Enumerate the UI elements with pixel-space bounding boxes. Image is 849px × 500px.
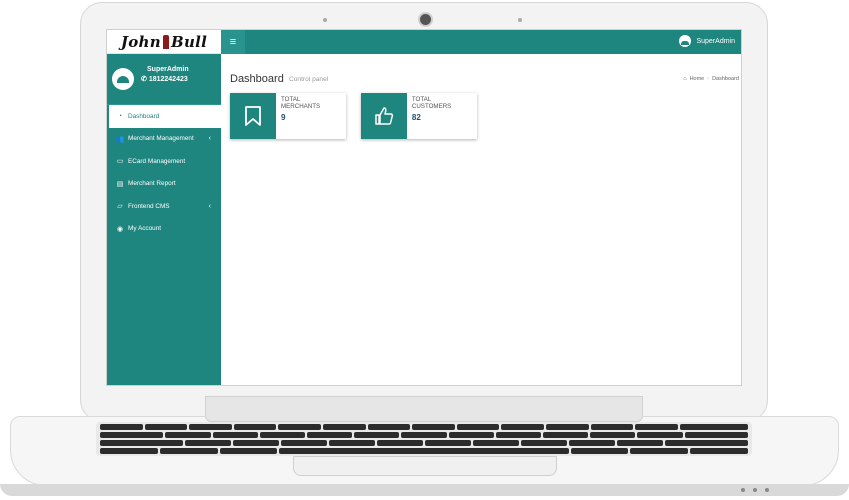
sidebar-item-merchant-management[interactable]: 👥 Merchant Management ‹ [107,128,221,151]
phone-icon: ✆ [141,76,149,83]
bookmark-icon [230,93,276,139]
credit-card-icon: ▭ [116,158,124,166]
file-icon: ▤ [116,180,124,188]
sidebar-item-label: Merchant Management [128,135,194,143]
page-subtitle: Control panel [289,76,329,83]
avatar [679,35,692,47]
top-navbar: ≡ SuperAdmin [221,30,741,54]
logo-text-right: Bull [170,32,208,51]
sensor-dot [518,18,522,22]
laptop-base [0,396,849,500]
logo-text-left: John [120,32,161,51]
users-icon: 👥 [115,135,125,143]
card-label: TOTAL CUSTOMERS [411,96,452,110]
webcam [420,14,431,25]
chevron-left-icon: ‹ [208,202,211,210]
total-merchants-card[interactable]: TOTAL MERCHANTS 9 [230,93,346,139]
user-circle-icon: ◉ [116,225,124,233]
card-value: 82 [411,113,421,122]
profile-phone-number: 1812242423 [148,76,188,83]
main-content: Dashboard Control panel ⌂ Home › Dashboa… [221,54,741,385]
brand-logo[interactable]: John Bull [107,30,221,54]
sidebar-item-ecard-management[interactable]: ▭ ECard Management [107,150,221,173]
page-title: Dashboard [230,73,284,85]
breadcrumb: ⌂ Home › Dashboard [683,76,739,82]
logo-figure-icon [162,34,169,49]
sidebar-item-label: Dashboard [128,112,160,120]
keyboard [96,422,752,456]
card-label: TOTAL MERCHANTS [280,96,321,110]
sidebar-item-my-account[interactable]: ◉ My Account [107,218,221,241]
sidebar-item-label: ECard Management [128,157,186,165]
laptop-bottom-edge [0,484,849,496]
laptop-screen: John Bull ≡ SuperAdmin SuperAdmin ✆ 1812… [106,29,742,386]
breadcrumb-separator: › [707,76,710,82]
profile-name: SuperAdmin [147,66,189,73]
breadcrumb-current: Dashboard [712,76,739,82]
sidebar-item-dashboard[interactable]: ◔ Dashboard [107,105,221,128]
profile-phone: ✆ 1812242423 [141,75,188,83]
card-value: 9 [280,113,286,122]
status-lights [741,488,769,492]
chevron-left-icon: ‹ [208,135,211,143]
user-name: SuperAdmin [696,37,735,45]
sidebar: SuperAdmin ✆ 1812242423 ◔ Dashboard 👥 Me… [107,54,221,385]
dashboard-icon: ◔ [117,112,123,120]
sidebar-toggle-button[interactable]: ≡ [221,30,245,54]
sidebar-menu: ◔ Dashboard 👥 Merchant Management ‹ ▭ EC… [107,105,221,240]
user-menu[interactable]: SuperAdmin [679,35,735,47]
breadcrumb-home[interactable]: Home [690,76,705,82]
laptop-hinge [205,396,643,422]
sidebar-item-merchant-report[interactable]: ▤ Merchant Report [107,173,221,196]
home-icon: ⌂ [683,76,687,82]
sidebar-item-label: My Account [128,225,162,233]
thumbs-up-icon [361,93,407,139]
user-panel: SuperAdmin ✆ 1812242423 [107,54,221,105]
sidebar-item-label: Merchant Report [128,180,176,188]
touchpad [293,456,557,476]
profile-avatar [112,68,134,90]
folder-icon: ▱ [117,203,123,211]
sidebar-item-frontend-cms[interactable]: ▱ Frontend CMS ‹ [107,195,221,218]
sidebar-item-label: Frontend CMS [128,202,170,210]
sensor-dot [323,18,327,22]
total-customers-card[interactable]: TOTAL CUSTOMERS 82 [361,93,477,139]
